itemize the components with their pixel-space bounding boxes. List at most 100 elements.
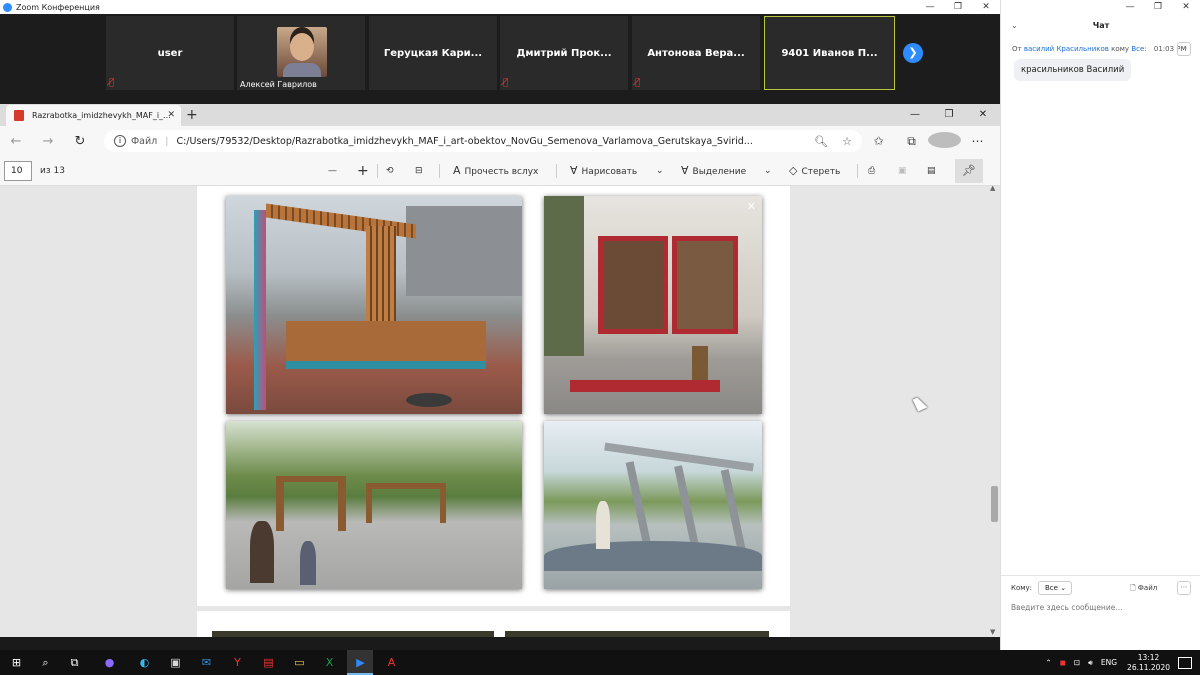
notifications-icon[interactable] bbox=[1178, 656, 1192, 669]
favorite-star-icon[interactable]: ☆ bbox=[834, 135, 860, 148]
mail-icon[interactable]: ✉ bbox=[199, 655, 214, 670]
back-icon[interactable]: ← bbox=[0, 134, 32, 149]
erase-button[interactable]: ◇ Стереть bbox=[789, 156, 840, 187]
draw-button[interactable]: ∀ Нарисовать bbox=[570, 156, 637, 187]
address-bar[interactable]: i Файл | C:/Users/79532/Desktop/Razrabot… bbox=[104, 130, 862, 152]
scroll-down-icon[interactable]: ▼ bbox=[990, 628, 995, 636]
close-icon[interactable]: ✕ bbox=[972, 0, 1000, 14]
chat-message-input[interactable] bbox=[1011, 601, 1191, 613]
chevron-down-icon[interactable]: ⌄ bbox=[1011, 21, 1018, 30]
next-participants-button[interactable]: ❯ bbox=[903, 43, 923, 63]
eraser-icon: ◇ bbox=[789, 164, 798, 177]
divider bbox=[377, 164, 378, 178]
chevron-down-icon[interactable]: ⌄ bbox=[656, 156, 664, 186]
refresh-icon[interactable]: ↻ bbox=[64, 134, 96, 149]
task-view-icon[interactable]: ⧉ bbox=[67, 655, 82, 670]
zoom-out-icon[interactable]: — bbox=[328, 156, 337, 186]
zoom-title-bar: Zoom Конференция — ❐ ✕ bbox=[0, 0, 1000, 14]
favorites-icon[interactable]: ✩ bbox=[862, 134, 895, 148]
to-label: кому bbox=[1111, 45, 1130, 53]
video-strip: user 🎙̸ Алексей Гаврилов Геруцкая Кари..… bbox=[0, 14, 1000, 104]
highlight-label: Выделение bbox=[692, 167, 747, 177]
divider: | bbox=[165, 135, 169, 147]
to-field-label: Кому: bbox=[1011, 584, 1033, 592]
clock-date: 26.11.2020 bbox=[1127, 662, 1170, 672]
minimize-icon[interactable]: — bbox=[916, 0, 944, 14]
participant-video bbox=[277, 27, 327, 77]
more-options-icon[interactable]: ⋯ bbox=[1177, 42, 1191, 56]
info-icon[interactable]: i bbox=[114, 135, 126, 147]
yandex-browser-icon[interactable]: Y bbox=[230, 655, 245, 670]
recipient-select[interactable]: Все ⌄ bbox=[1038, 581, 1072, 595]
highlight-button[interactable]: ∀ Выделение bbox=[681, 156, 746, 187]
participant-name: Дмитрий Прок... bbox=[516, 47, 612, 59]
muted-mic-icon: 🎙̸ bbox=[503, 78, 509, 88]
file-button[interactable]: 🗋 Файл bbox=[1130, 584, 1157, 595]
zoom-in-icon[interactable]: + bbox=[357, 156, 369, 186]
store-icon[interactable]: ▣ bbox=[168, 655, 183, 670]
network-icon[interactable]: ⊡ bbox=[1074, 658, 1080, 667]
pin-toolbar-icon[interactable]: 📌︎ bbox=[955, 159, 983, 183]
muted-mic-icon: 🎙̸ bbox=[635, 78, 641, 88]
pdf-page-next bbox=[197, 611, 790, 637]
minimize-icon[interactable]: — bbox=[898, 104, 932, 126]
chevron-up-icon[interactable]: ⌃ bbox=[1045, 658, 1051, 667]
divider bbox=[857, 164, 858, 178]
close-icon[interactable]: ✕ bbox=[1172, 0, 1200, 14]
participant-tile[interactable]: Дмитрий Прок... 🎙̸ bbox=[500, 16, 628, 90]
scrollbar-thumb[interactable] bbox=[991, 486, 998, 522]
search-icon[interactable]: ⌕ bbox=[38, 655, 53, 670]
zoom-icon[interactable]: ▶ bbox=[353, 655, 368, 670]
close-icon[interactable]: ✕ bbox=[966, 104, 1000, 126]
alice-icon[interactable]: ● bbox=[102, 655, 117, 670]
tab-pdf-document[interactable]: Razrabotka_imidzhevykh_MAF_i_... ✕ bbox=[6, 105, 181, 126]
collections-icon[interactable]: ⧉ bbox=[895, 134, 928, 149]
address-bar-row: ← → ↻ i Файл | C:/Users/79532/Desktop/Ra… bbox=[0, 126, 1000, 156]
zoom-icon[interactable]: 🔍︎ bbox=[808, 135, 834, 148]
viewer-scrollbar[interactable]: ▲ ▼ bbox=[989, 186, 999, 637]
rotate-icon[interactable]: ⟲ bbox=[386, 156, 394, 186]
new-tab-button[interactable]: + bbox=[186, 106, 198, 124]
save-as-icon[interactable]: ▤ bbox=[927, 156, 936, 186]
language-indicator[interactable]: ENG bbox=[1101, 658, 1117, 667]
volume-icon[interactable]: 🔊︎ bbox=[1088, 658, 1093, 668]
recipient-select-value: Все bbox=[1045, 584, 1058, 592]
chat-header: ⌄ Чат bbox=[1001, 21, 1200, 35]
from-label: От bbox=[1012, 45, 1022, 53]
maximize-icon[interactable]: ❐ bbox=[932, 104, 966, 126]
edge-icon[interactable]: ◐ bbox=[137, 655, 152, 670]
acrobat-icon[interactable]: A bbox=[384, 655, 399, 670]
excel-icon[interactable]: X bbox=[322, 655, 337, 670]
pdf-viewer[interactable]: ✕ ▲ ▼ bbox=[0, 186, 1000, 637]
url-text[interactable]: C:/Users/79532/Desktop/Razrabotka_imidzh… bbox=[176, 136, 752, 147]
print-icon[interactable]: ⎙ bbox=[868, 156, 875, 186]
more-options-icon[interactable]: ⋯ bbox=[1177, 581, 1191, 595]
scroll-up-icon[interactable]: ▲ bbox=[990, 186, 995, 192]
sender-name[interactable]: василий Красильников bbox=[1024, 45, 1109, 53]
clock[interactable]: 13:12 26.11.2020 bbox=[1127, 653, 1170, 673]
fit-page-icon[interactable]: ⊟ bbox=[415, 156, 423, 186]
page-number-input[interactable] bbox=[4, 161, 32, 181]
antivirus-icon[interactable]: ◼ bbox=[1060, 658, 1066, 667]
windows-start-icon[interactable]: ⊞ bbox=[9, 655, 24, 670]
image-metal-canopy bbox=[544, 421, 762, 589]
maximize-icon[interactable]: ❐ bbox=[1144, 0, 1172, 14]
chevron-down-icon[interactable]: ⌄ bbox=[764, 156, 772, 186]
read-aloud-button[interactable]: A Прочесть вслух bbox=[453, 156, 538, 187]
document-icon[interactable]: ▤ bbox=[261, 655, 276, 670]
forward-icon[interactable]: → bbox=[32, 134, 64, 149]
erase-label: Стереть bbox=[801, 167, 841, 177]
participant-tile[interactable]: Геруцкая Кари... bbox=[369, 16, 497, 90]
profile-icon[interactable] bbox=[928, 131, 961, 151]
participant-tile[interactable]: Антонова Вера... 🎙̸ bbox=[632, 16, 760, 90]
maximize-icon[interactable]: ❐ bbox=[944, 0, 972, 14]
participant-tile-active-speaker[interactable]: 9401 Иванов П... bbox=[764, 16, 895, 90]
close-tab-icon[interactable]: ✕ bbox=[167, 105, 175, 126]
draw-label: Нарисовать bbox=[581, 167, 638, 177]
participant-tile[interactable]: user 🎙̸ bbox=[106, 16, 234, 90]
folder-icon[interactable]: ▭ bbox=[292, 655, 307, 670]
save-icon[interactable]: ▣ bbox=[898, 156, 907, 186]
more-icon[interactable]: ⋯ bbox=[961, 134, 994, 148]
participant-tile[interactable]: Алексей Гаврилов bbox=[237, 16, 365, 90]
minimize-icon[interactable]: — bbox=[1116, 0, 1144, 14]
